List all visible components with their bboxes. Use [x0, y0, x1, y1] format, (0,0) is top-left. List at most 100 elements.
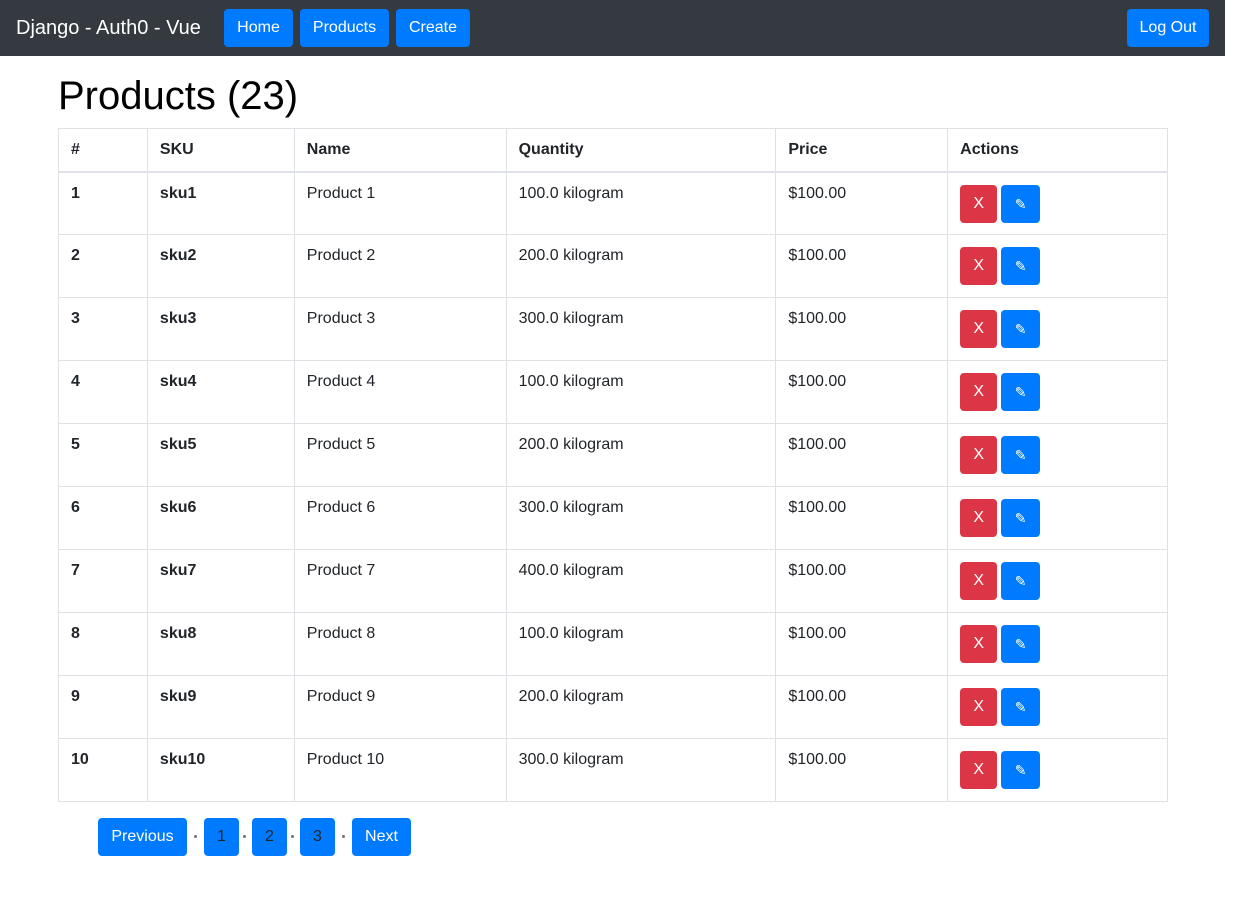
- row-number: 7: [58, 549, 148, 613]
- row-sku: sku4: [146, 360, 295, 424]
- table-row: 8 sku8 Product 8 100.0 kilogram $100.00 X ✎: [58, 612, 1168, 676]
- next-page-button[interactable]: Next: [352, 818, 411, 856]
- edit-button[interactable]: ✎: [1001, 499, 1041, 537]
- table-row: 6 sku6 Product 6 300.0 kilogram $100.00 X ✎: [58, 486, 1168, 550]
- row-price: $100.00: [775, 360, 949, 424]
- pencil-icon: ✎: [1014, 762, 1027, 778]
- edit-button[interactable]: ✎: [1001, 436, 1041, 474]
- row-price: $100.00: [775, 297, 949, 361]
- row-actions: X ✎: [947, 486, 1168, 550]
- logout-button[interactable]: Log Out: [1127, 9, 1209, 47]
- delete-button[interactable]: X: [960, 247, 998, 285]
- table-row: 2 sku2 Product 2 200.0 kilogram $100.00 X ✎: [58, 234, 1168, 298]
- row-number: 8: [58, 612, 148, 676]
- row-price: $100.00: [775, 738, 949, 802]
- edit-button[interactable]: ✎: [1001, 247, 1041, 285]
- row-name: Product 5: [293, 423, 507, 487]
- row-sku: sku7: [146, 549, 295, 613]
- home-button[interactable]: Home: [224, 9, 293, 47]
- pagination-separator: [243, 835, 246, 838]
- row-actions: X ✎: [947, 360, 1168, 424]
- pencil-icon: ✎: [1014, 699, 1027, 715]
- row-sku: sku3: [146, 297, 295, 361]
- row-actions: X ✎: [947, 612, 1168, 676]
- row-number: 10: [58, 738, 148, 802]
- delete-button[interactable]: X: [960, 499, 998, 537]
- row-name: Product 9: [293, 675, 507, 739]
- pencil-icon: ✎: [1014, 510, 1027, 526]
- row-price: $100.00: [775, 612, 949, 676]
- delete-button[interactable]: X: [960, 310, 998, 348]
- delete-button[interactable]: X: [960, 436, 998, 474]
- page-1-button[interactable]: 1: [204, 818, 239, 856]
- row-name: Product 8: [293, 612, 507, 676]
- row-name: Product 7: [293, 549, 507, 613]
- table-row: 9 sku9 Product 9 200.0 kilogram $100.00 X ✎: [58, 675, 1168, 739]
- header-price: Price: [775, 128, 949, 173]
- row-quantity: 300.0 kilogram: [505, 486, 777, 550]
- header-name: Name: [293, 128, 507, 173]
- row-number: 2: [58, 234, 148, 298]
- edit-button[interactable]: ✎: [1001, 562, 1041, 600]
- table-row: 5 sku5 Product 5 200.0 kilogram $100.00 X ✎: [58, 423, 1168, 487]
- table-row: 10 sku10 Product 10 300.0 kilogram $100.00 X ✎: [58, 738, 1168, 802]
- row-sku: sku8: [146, 612, 295, 676]
- pencil-icon: ✎: [1014, 636, 1027, 652]
- row-quantity: 300.0 kilogram: [505, 297, 777, 361]
- row-name: Product 6: [293, 486, 507, 550]
- row-quantity: 400.0 kilogram: [505, 549, 777, 613]
- table-row: 1 sku1 Product 1 100.0 kilogram $100.00 X ✎: [58, 171, 1168, 235]
- row-quantity: 300.0 kilogram: [505, 738, 777, 802]
- row-number: 3: [58, 297, 148, 361]
- row-number: 9: [58, 675, 148, 739]
- create-button[interactable]: Create: [396, 9, 470, 47]
- row-actions: X ✎: [947, 234, 1168, 298]
- delete-button[interactable]: X: [960, 751, 998, 789]
- row-price: $100.00: [775, 486, 949, 550]
- pencil-icon: ✎: [1014, 258, 1027, 274]
- table-row: 3 sku3 Product 3 300.0 kilogram $100.00 X ✎: [58, 297, 1168, 361]
- row-number: 6: [58, 486, 148, 550]
- row-name: Product 2: [293, 234, 507, 298]
- row-quantity: 200.0 kilogram: [505, 234, 777, 298]
- delete-button[interactable]: X: [960, 562, 998, 600]
- products-button[interactable]: Products: [300, 9, 389, 47]
- edit-button[interactable]: ✎: [1001, 688, 1041, 726]
- header-quantity: Quantity: [505, 128, 777, 173]
- edit-button[interactable]: ✎: [1001, 373, 1041, 411]
- previous-page-button[interactable]: Previous: [98, 818, 187, 856]
- edit-button[interactable]: ✎: [1001, 751, 1041, 789]
- delete-button[interactable]: X: [960, 688, 998, 726]
- delete-button[interactable]: X: [960, 625, 998, 663]
- pencil-icon: ✎: [1014, 195, 1027, 212]
- row-quantity: 100.0 kilogram: [505, 171, 777, 235]
- row-name: Product 10: [293, 738, 507, 802]
- delete-button[interactable]: X: [960, 184, 998, 223]
- row-quantity: 200.0 kilogram: [505, 423, 777, 487]
- pencil-icon: ✎: [1014, 447, 1027, 463]
- header-actions: Actions: [947, 128, 1168, 173]
- table-row: 7 sku7 Product 7 400.0 kilogram $100.00 X ✎: [58, 549, 1168, 613]
- page-3-button[interactable]: 3: [300, 818, 335, 856]
- pencil-icon: ✎: [1014, 573, 1027, 589]
- row-quantity: 100.0 kilogram: [505, 612, 777, 676]
- delete-button[interactable]: X: [960, 373, 998, 411]
- page-2-button[interactable]: 2: [252, 818, 287, 856]
- row-actions: X ✎: [947, 675, 1168, 739]
- row-sku: sku6: [146, 486, 295, 550]
- row-actions: X ✎: [947, 423, 1168, 487]
- edit-button[interactable]: ✎: [1001, 310, 1041, 348]
- row-sku: sku1: [146, 171, 295, 235]
- row-name: Product 3: [293, 297, 507, 361]
- pencil-icon: ✎: [1014, 321, 1027, 337]
- edit-button[interactable]: ✎: [1001, 625, 1041, 663]
- row-price: $100.00: [775, 675, 949, 739]
- row-sku: sku10: [146, 738, 295, 802]
- table-header-row: # SKU Name Quantity Price Actions: [58, 128, 1168, 173]
- page-title: Products (23): [58, 74, 299, 118]
- row-sku: sku5: [146, 423, 295, 487]
- edit-button[interactable]: ✎: [1001, 184, 1041, 223]
- table-row: 4 sku4 Product 4 100.0 kilogram $100.00 X ✎: [58, 360, 1168, 424]
- row-name: Product 1: [293, 171, 507, 235]
- row-quantity: 200.0 kilogram: [505, 675, 777, 739]
